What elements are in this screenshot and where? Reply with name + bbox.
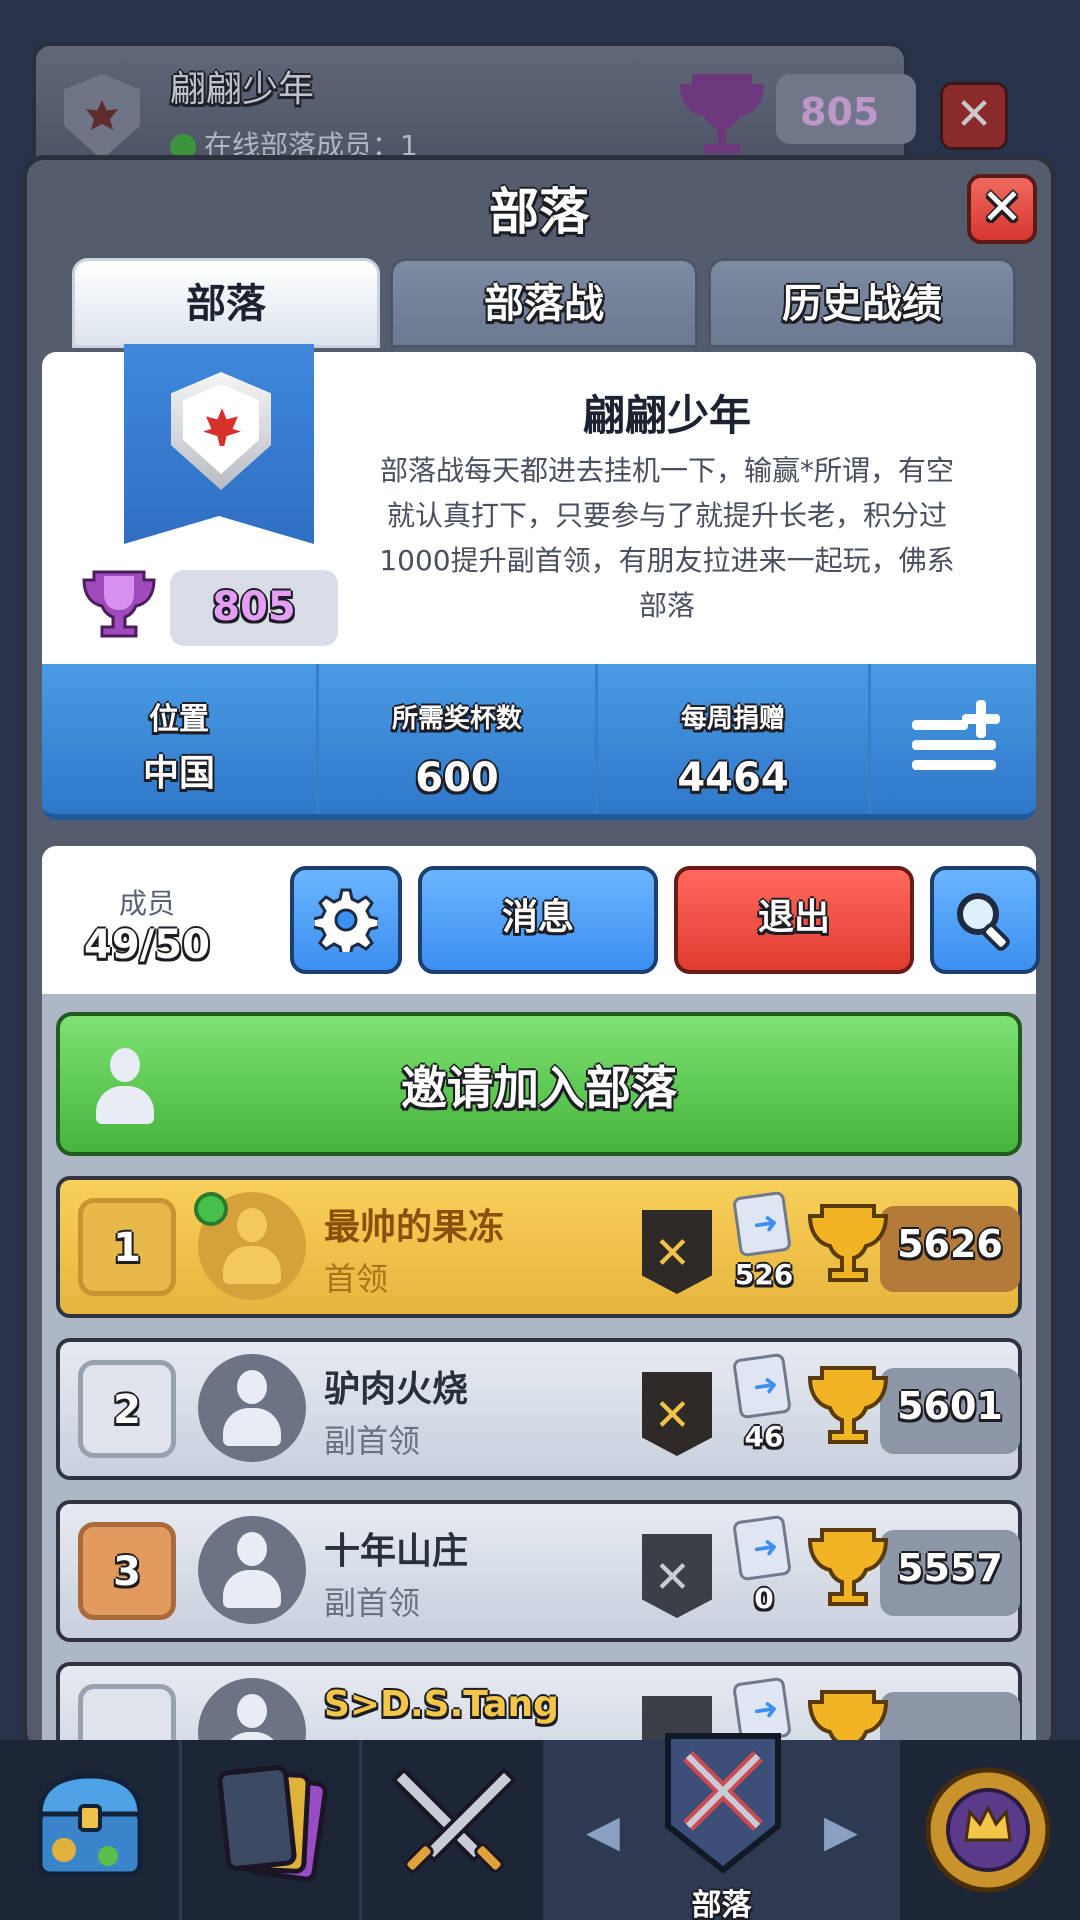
- member-donations: 46: [744, 1420, 784, 1453]
- member-rank: 2: [78, 1360, 176, 1458]
- trophy-icon: [82, 570, 156, 638]
- avatar: [198, 1516, 306, 1624]
- trophy-icon: [808, 1528, 888, 1606]
- clan-description: 部落战每天都进去挂机一下，输赢*所谓，有空就认真打下，只要参与了就提升长老，积分…: [379, 454, 955, 622]
- cards-icon: [217, 1765, 328, 1882]
- members-toolbar: 成员 49/50 消息 退出: [42, 846, 1040, 994]
- donation-card-icon: ➜: [732, 1514, 792, 1582]
- member-donations: 0: [754, 1582, 774, 1615]
- members-label: 成员: [118, 887, 175, 920]
- background-clan-name: 翩翩少年: [170, 69, 315, 110]
- member-name: S>D.S.Tang: [324, 1684, 559, 1725]
- member-list: 邀请加入部落 1 最帅的果冻 首领 ✕ ➜ 526 5626 2 驴肉火烧 副首…: [42, 994, 1036, 1748]
- donation-card-icon: ➜: [732, 1190, 792, 1258]
- member-rank: 1: [78, 1198, 176, 1296]
- nav-battle[interactable]: [362, 1740, 546, 1920]
- league-badge-icon: ✕: [642, 1356, 712, 1456]
- league-badge-icon: ✕: [642, 1194, 712, 1294]
- member-row[interactable]: 2 驴肉火烧 副首领 ✕ ➜ 46 5601: [56, 1338, 1022, 1480]
- member-role: 副首领: [324, 1422, 421, 1460]
- bottom-nav: ◀ 部落 ▶: [0, 1733, 1080, 1920]
- online-indicator-icon: [194, 1192, 228, 1226]
- maple-leaf-icon: [203, 408, 241, 446]
- avatar: [198, 1354, 306, 1462]
- clan-panel: 部落 ✕ 部落 部落战 历史战绩 805 翩翩少年 部落战每天都进去挂机一下，输…: [22, 155, 1056, 1753]
- tab-war-history[interactable]: 历史战绩: [708, 258, 1016, 348]
- background-trophy-icon: [680, 74, 764, 154]
- message-button[interactable]: 消息: [418, 866, 658, 974]
- clan-badge-icon: [171, 372, 271, 490]
- clan-trophy-count: 805: [212, 584, 296, 630]
- member-role: 副首领: [324, 1584, 421, 1622]
- tab-bar: 部落 部落战 历史战绩: [72, 258, 1020, 348]
- settings-button[interactable]: [290, 866, 402, 974]
- person-icon: [223, 1532, 281, 1608]
- members-count: 49/50: [84, 922, 210, 968]
- member-name: 驴肉火烧: [324, 1369, 469, 1410]
- league-badge-icon: ✕: [642, 1518, 712, 1618]
- member-donations: 526: [734, 1258, 794, 1291]
- donation-card-icon: ➜: [732, 1352, 792, 1420]
- nav-shop[interactable]: [0, 1740, 182, 1920]
- nav-clan-label: 部落: [691, 1888, 752, 1920]
- background-clan-shield-icon: [64, 74, 140, 160]
- tab-clan[interactable]: 部落: [72, 258, 380, 348]
- member-trophies: 5557: [897, 1546, 1003, 1590]
- clan-info-card: 805 翩翩少年 部落战每天都进去挂机一下，输赢*所谓，有空就认真打下，只要参与…: [42, 344, 1036, 664]
- leave-button[interactable]: 退出: [674, 866, 914, 974]
- background-trophy-count: 805: [800, 90, 880, 134]
- crown-laurel-icon: [925, 1767, 1051, 1893]
- member-name: 最帅的果冻: [324, 1207, 505, 1248]
- clan-banner: [124, 344, 314, 544]
- person-icon: [223, 1370, 281, 1446]
- nav-left-arrow-icon[interactable]: ◀: [586, 1806, 620, 1857]
- nav-right-arrow-icon[interactable]: ▶: [824, 1806, 858, 1857]
- search-icon: [957, 893, 1010, 951]
- close-button[interactable]: ✕: [967, 174, 1037, 244]
- stat-weekly-donations: 每周捐赠 4464: [598, 664, 868, 814]
- member-rank: 3: [78, 1522, 176, 1620]
- more-options-list-add-icon[interactable]: [912, 700, 1004, 776]
- member-trophies: 5601: [897, 1384, 1003, 1428]
- clan-stats-bar: 位置 中国 所需奖杯数 600 每周捐赠 4464: [42, 664, 1036, 820]
- stat-location: 位置 中国: [42, 664, 316, 814]
- member-trophies: 5626: [897, 1222, 1003, 1266]
- invite-to-clan-button[interactable]: 邀请加入部落: [56, 1012, 1022, 1156]
- clan-shield-icon: [665, 1733, 781, 1874]
- stat-required-trophies: 所需奖杯数 600: [319, 664, 595, 814]
- nav-cards[interactable]: [182, 1740, 362, 1920]
- clan-name: 翩翩少年: [582, 391, 751, 440]
- tab-clan-war[interactable]: 部落战: [390, 258, 698, 348]
- person-icon: [223, 1208, 281, 1284]
- crossed-swords-icon: [391, 1767, 517, 1873]
- member-row[interactable]: 1 最帅的果冻 首领 ✕ ➜ 526 5626: [56, 1176, 1022, 1318]
- nav-tournaments[interactable]: [900, 1740, 1080, 1920]
- location-value: 中国: [142, 753, 215, 794]
- background-close-button[interactable]: ✕: [940, 82, 1008, 150]
- member-role: 首领: [324, 1260, 389, 1298]
- member-name: 十年山庄: [324, 1531, 469, 1572]
- search-button[interactable]: [930, 866, 1040, 974]
- panel-title: 部落: [489, 183, 589, 241]
- required-trophies-value: 600: [415, 755, 499, 801]
- nav-clan[interactable]: ◀ 部落 ▶: [546, 1733, 900, 1920]
- trophy-icon: [808, 1204, 888, 1282]
- gear-icon: [314, 888, 378, 952]
- treasure-chest-icon: [37, 1773, 143, 1877]
- weekly-donations-value: 4464: [677, 755, 789, 801]
- member-row[interactable]: 3 十年山庄 副首领 ✕ ➜ 0 5557: [56, 1500, 1022, 1642]
- trophy-icon: [808, 1366, 888, 1444]
